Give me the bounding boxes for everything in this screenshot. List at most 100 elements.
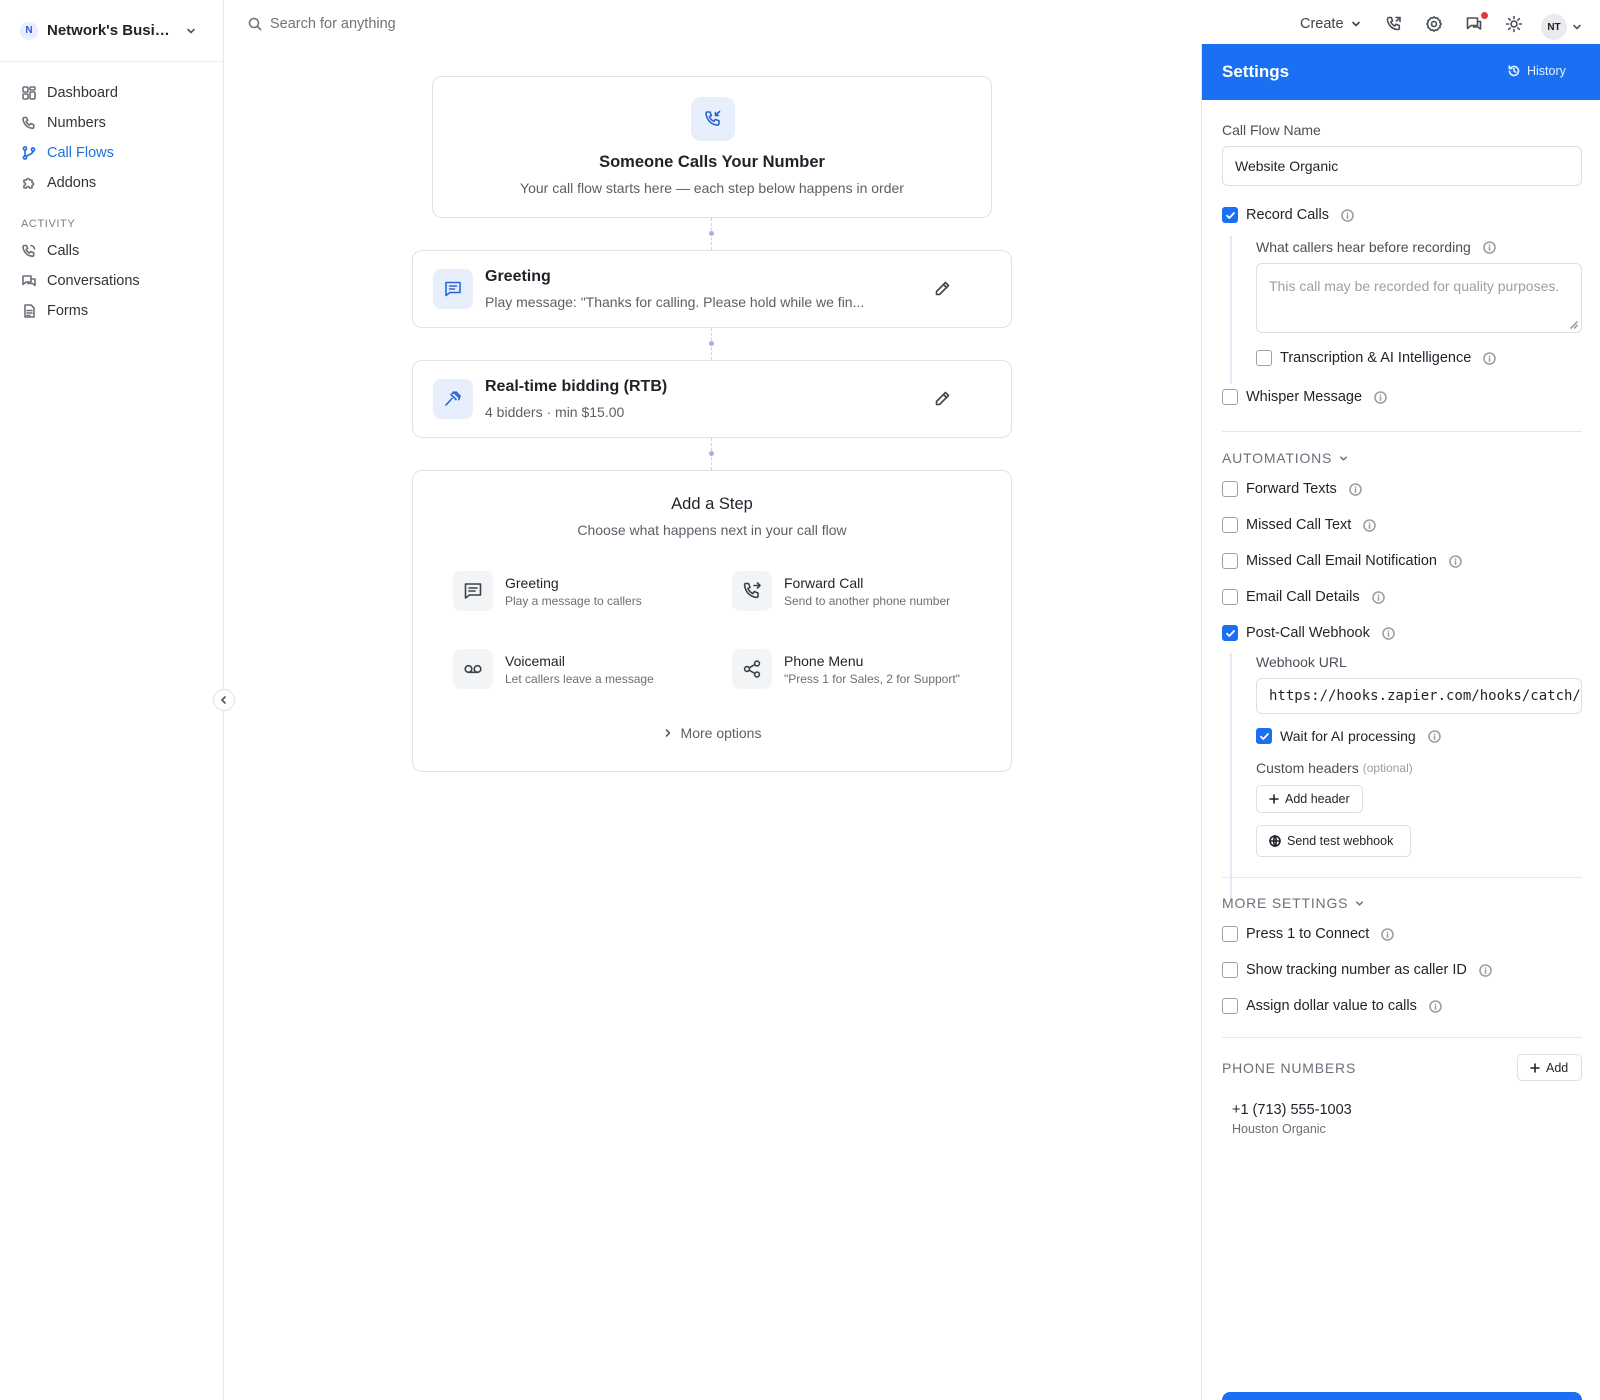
checkbox-checked[interactable] [1222,625,1238,641]
info-icon[interactable] [1479,963,1492,977]
info-icon[interactable] [1374,390,1387,404]
checkbox-unchecked[interactable] [1222,481,1238,497]
info-icon[interactable] [1381,927,1395,941]
save-button[interactable] [1222,1392,1582,1400]
automations-section-toggle[interactable]: AUTOMATIONS [1222,450,1349,466]
add-step-card: Add a Step Choose what happens next in y… [412,470,1012,772]
forward-texts-checkbox[interactable]: Forward Texts [1222,481,1362,497]
missed-call-text-checkbox[interactable]: Missed Call Text [1222,517,1377,533]
checkbox-unchecked[interactable] [1222,962,1238,978]
option-subtitle: Play a message to callers [505,594,642,608]
post-call-webhook-checkbox[interactable]: Post-Call Webhook [1222,625,1395,641]
history-button[interactable]: History [1507,64,1566,78]
option-title: Greeting [505,575,559,591]
checkbox-unchecked[interactable] [1222,589,1238,605]
show-tracking-number-checkbox[interactable]: Show tracking number as caller ID [1222,962,1492,978]
missed-call-email-checkbox[interactable]: Missed Call Email Notification [1222,553,1462,569]
phone-number: +1 (713) 555-1003 [1232,1102,1352,1118]
incoming-call-icon [691,97,735,141]
sidebar-item-addons[interactable]: Addons [0,168,224,198]
info-icon[interactable] [1429,999,1442,1013]
checkbox-checked[interactable] [1222,207,1238,223]
sidebar-item-label: Call Flows [47,145,114,161]
sidebar-item-forms[interactable]: Forms [0,296,224,326]
info-icon[interactable] [1449,554,1462,568]
recording-message-text: What callers hear before recording [1256,239,1471,255]
more-settings-section-toggle[interactable]: MORE SETTINGS [1222,895,1365,911]
sidebar-item-dashboard[interactable]: Dashboard [0,78,224,108]
transcription-checkbox[interactable]: Transcription & AI Intelligence [1256,350,1497,366]
messages-icon[interactable] [1465,15,1483,33]
add-step-option-voicemail[interactable]: Voicemail Let callers leave a message [453,649,654,689]
press-1-to-connect-checkbox[interactable]: Press 1 to Connect [1222,926,1395,942]
pencil-icon[interactable] [933,390,951,408]
create-button[interactable]: Create [1300,16,1362,32]
option-title: Voicemail [505,653,565,669]
checkbox-label: Wait for AI processing [1280,728,1416,744]
webhook-url-input[interactable]: https://hooks.zapier.com/hooks/catch/ [1256,678,1582,714]
phone-numbers-header: PHONE NUMBERS [1222,1060,1356,1076]
info-icon[interactable] [1363,518,1377,532]
pencil-icon[interactable] [933,280,951,298]
divider [1222,1037,1582,1038]
sidebar-item-calls[interactable]: Calls [0,236,224,266]
chevron-down-icon[interactable] [1571,21,1583,33]
sidebar-item-call-flows[interactable]: Call Flows [0,138,224,168]
info-icon[interactable] [1427,729,1441,743]
checkbox-unchecked[interactable] [1222,389,1238,405]
checkbox-unchecked[interactable] [1222,998,1238,1014]
flow-step-subtitle: 4 bidders · min $15.00 [485,404,625,420]
checkbox-unchecked[interactable] [1222,926,1238,942]
resize-handle-icon[interactable] [1570,321,1578,329]
collapse-sidebar-button[interactable] [213,689,235,711]
info-icon[interactable] [1341,208,1354,222]
flow-step-title: Real-time bidding (RTB) [485,378,668,395]
checkbox-label: Email Call Details [1246,589,1360,605]
checkbox-unchecked[interactable] [1222,517,1238,533]
gear-icon[interactable] [1425,15,1443,33]
sidebar-item-numbers[interactable]: Numbers [0,108,224,138]
phone-call-icon[interactable] [1385,15,1403,33]
assign-dollar-value-checkbox[interactable]: Assign dollar value to calls [1222,998,1442,1014]
send-test-webhook-button[interactable]: Send test webhook [1256,825,1411,857]
info-icon[interactable] [1482,240,1496,254]
flow-step-rtb[interactable]: Real-time bidding (RTB) 4 bidders · min … [412,360,1012,438]
more-options-button[interactable]: More options [413,725,1011,741]
more-options-label: More options [680,725,762,741]
add-phone-number-button[interactable]: Add [1517,1054,1582,1081]
checkbox-label: Missed Call Email Notification [1246,553,1437,569]
history-label: History [1527,64,1566,78]
main-nav: Dashboard Numbers Call Flows Addons ACTI… [0,78,224,326]
chevron-right-icon [665,729,670,737]
checkbox-unchecked[interactable] [1256,350,1272,366]
info-icon[interactable] [1348,482,1362,496]
whisper-message-checkbox[interactable]: Whisper Message [1222,389,1387,405]
workspace-switcher[interactable]: N Network's Business [0,0,224,62]
checkbox-label: Show tracking number as caller ID [1246,962,1467,978]
history-icon [1508,65,1520,77]
sun-icon[interactable] [1505,15,1523,33]
option-title: Forward Call [784,575,864,591]
info-icon[interactable] [1371,590,1385,604]
sidebar-item-label: Conversations [47,273,140,289]
wait-for-ai-checkbox[interactable]: Wait for AI processing [1256,728,1441,744]
add-header-button[interactable]: Add header [1256,785,1363,813]
avatar[interactable]: NT [1541,14,1567,40]
plus-icon [1530,1062,1540,1073]
call-flow-name-input[interactable]: Website Organic [1222,146,1582,186]
add-step-option-phone-menu[interactable]: Phone Menu "Press 1 for Sales, 2 for Sup… [732,649,960,689]
info-icon[interactable] [1382,626,1395,640]
add-step-option-greeting[interactable]: Greeting Play a message to callers [453,571,642,611]
record-calls-checkbox[interactable]: Record Calls [1222,207,1354,223]
recording-message-textarea[interactable]: This call may be recorded for quality pu… [1256,263,1582,333]
email-call-details-checkbox[interactable]: Email Call Details [1222,589,1385,605]
info-icon[interactable] [1483,351,1497,365]
phone-numbers-header-text: PHONE NUMBERS [1222,1060,1357,1076]
checkbox-checked[interactable] [1256,728,1272,744]
flow-step-greeting[interactable]: Greeting Play message: "Thanks for calli… [412,250,1012,328]
sidebar-item-conversations[interactable]: Conversations [0,266,224,296]
sidebar: N Network's Business Dashboard Numbers C… [0,0,224,1400]
add-step-option-forward-call[interactable]: Forward Call Send to another phone numbe… [732,571,950,611]
checkbox-unchecked[interactable] [1222,553,1238,569]
search-input[interactable]: Search for anything [248,16,396,32]
